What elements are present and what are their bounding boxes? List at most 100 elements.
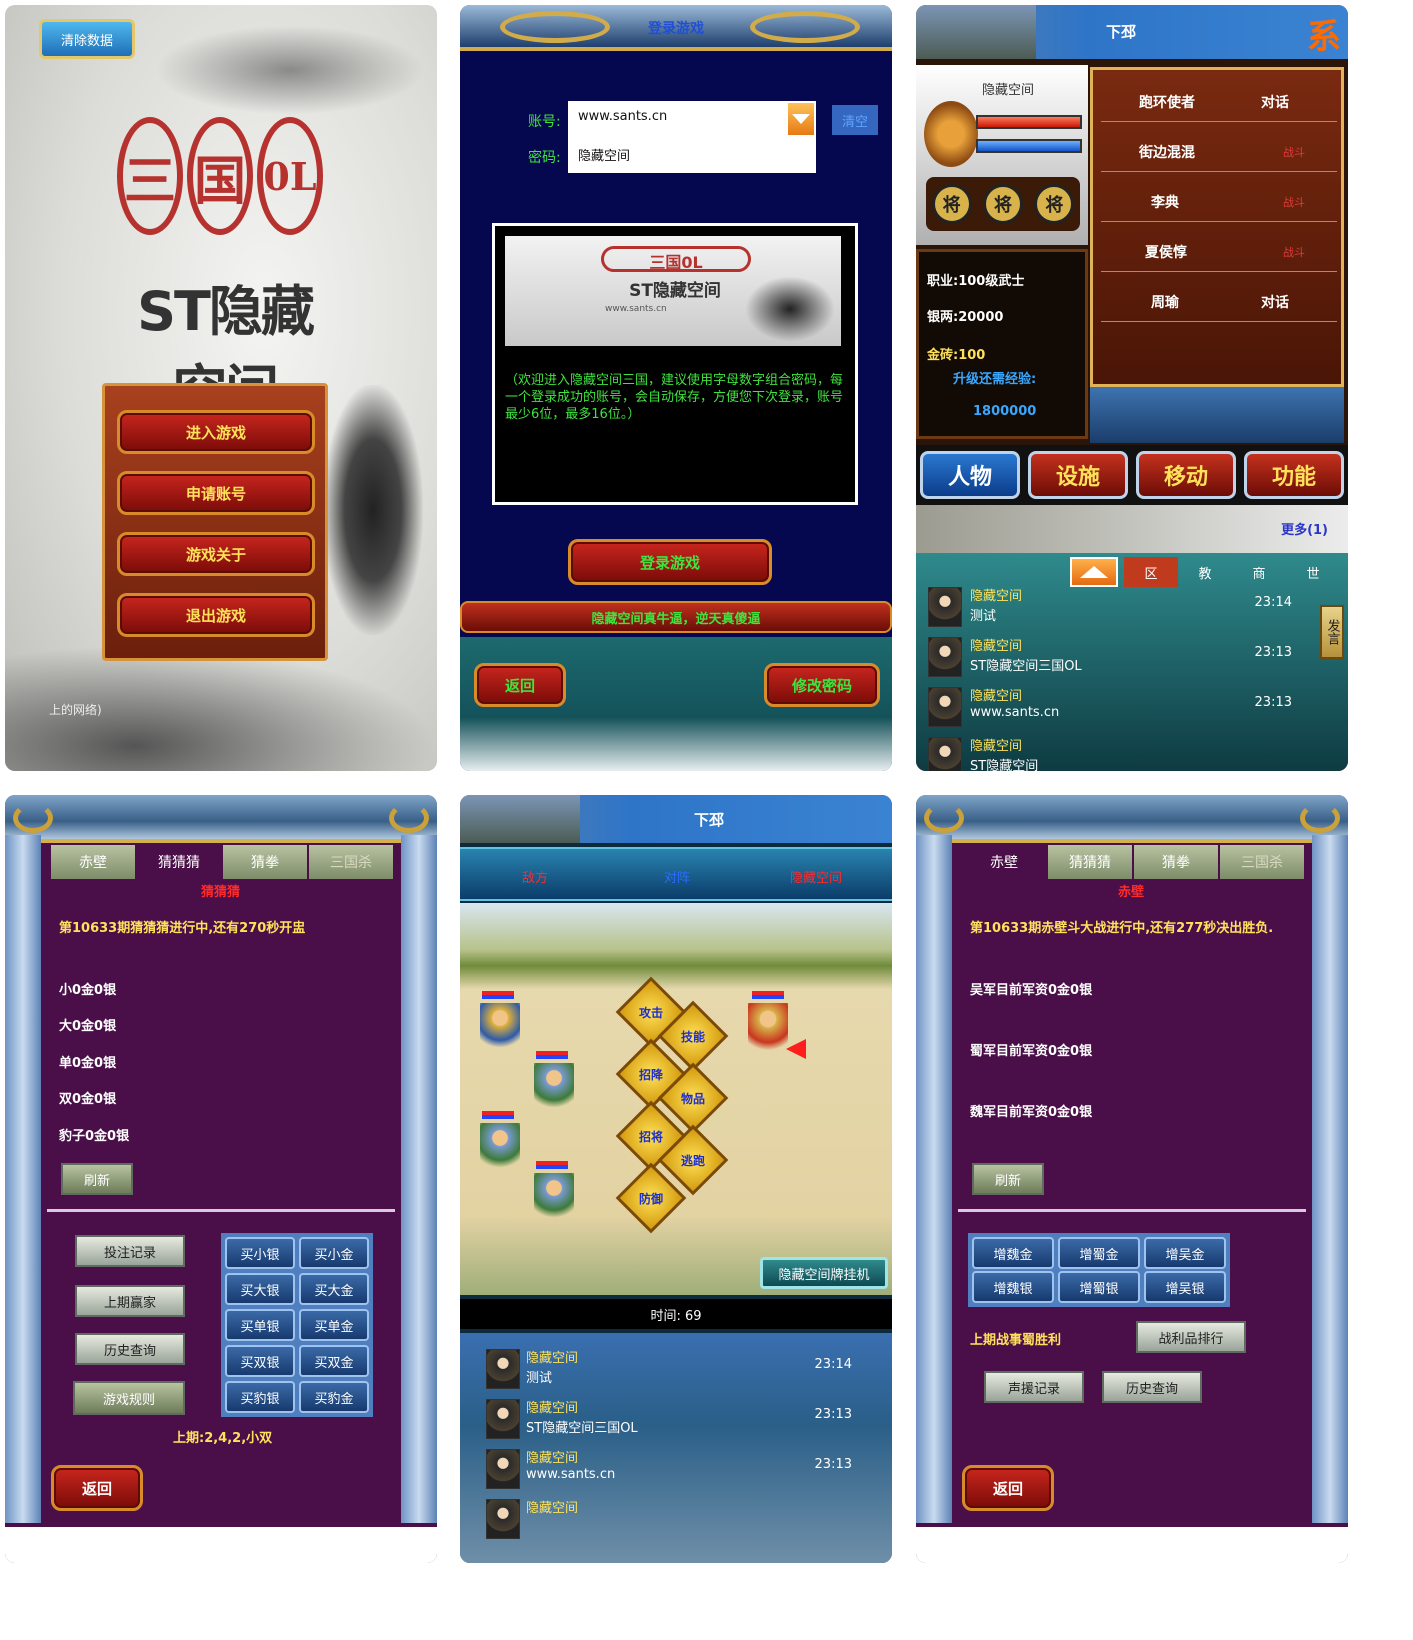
npc-action[interactable]: 对话 [1261, 92, 1289, 112]
menu-tab-facility[interactable]: 设施 [1028, 451, 1128, 499]
add-wei-gold-button[interactable]: 增魏金 [972, 1237, 1054, 1269]
tab-guess[interactable]: 猜猜猜 [1048, 845, 1132, 879]
buy-small-gold-button[interactable]: 买小金 [299, 1237, 369, 1269]
npc-action[interactable]: 战斗 [1283, 244, 1305, 260]
account-input[interactable]: www.sants.cn [568, 101, 786, 137]
more-link[interactable]: 更多(1) [1281, 519, 1328, 538]
add-shu-silver-button[interactable]: 增蜀银 [1058, 1271, 1140, 1303]
clear-data-button[interactable]: 清除数据 [39, 19, 135, 59]
enter-game-button[interactable]: 进入游戏 [117, 410, 315, 454]
player-unit[interactable] [748, 1003, 788, 1067]
refresh-button[interactable]: 刷新 [61, 1163, 133, 1195]
last-result: 上期:2,4,2,小双 [173, 1431, 273, 1446]
chat-sender[interactable]: 隐藏空间 [970, 685, 1022, 704]
battle-timer: 时间: 69 [460, 1299, 892, 1329]
tab-sanguosha[interactable]: 三国杀 [309, 845, 393, 879]
change-password-button[interactable]: 修改密码 [764, 663, 880, 707]
banner-logo: 三国0L [601, 246, 751, 272]
exit-game-button[interactable]: 退出游戏 [117, 593, 315, 637]
back-button[interactable]: 返回 [51, 1465, 143, 1511]
history-button[interactable]: 历史查询 [75, 1333, 185, 1365]
enemy-unit[interactable] [480, 1003, 520, 1063]
buy-big-silver-button[interactable]: 买大银 [225, 1273, 295, 1305]
npc-list: 跑环使者 对话 街边混混 战斗 李典 战斗 夏侯惇 战斗 周瑜 对话 [1090, 67, 1344, 387]
chat-sender[interactable]: 隐藏空间 [526, 1447, 578, 1466]
tab-rps[interactable]: 猜拳 [223, 845, 307, 879]
top-ornament [916, 795, 1348, 843]
add-wu-gold-button[interactable]: 增吴金 [1144, 1237, 1226, 1269]
bet-triple: 豹子0金0银 [59, 1129, 130, 1144]
section-title: 赤壁 [1118, 885, 1145, 900]
npc-row[interactable]: 李典 战斗 [1101, 176, 1337, 222]
buy-even-silver-button[interactable]: 买双银 [225, 1345, 295, 1377]
chat-sender[interactable]: 隐藏空间 [526, 1497, 578, 1516]
buy-small-silver-button[interactable]: 买小银 [225, 1237, 295, 1269]
npc-row[interactable]: 夏侯惇 战斗 [1101, 226, 1337, 272]
tab-sanguosha[interactable]: 三国杀 [1220, 845, 1304, 879]
tab-chibi[interactable]: 赤壁 [51, 845, 135, 879]
npc-row[interactable]: 街边混混 战斗 [1101, 126, 1337, 172]
tab-guess[interactable]: 猜猜猜 [137, 845, 221, 879]
account-dropdown-button[interactable] [786, 101, 816, 137]
avatar [928, 587, 962, 627]
login-button[interactable]: 登录游戏 [568, 539, 772, 585]
back-button[interactable]: 返回 [962, 1465, 1054, 1511]
general-icon[interactable]: 将 [1034, 184, 1075, 224]
password-input[interactable]: 隐藏空间 [568, 137, 816, 173]
buy-even-gold-button[interactable]: 买双金 [299, 1345, 369, 1377]
chat-sender[interactable]: 隐藏空间 [526, 1397, 578, 1416]
chat-sender[interactable]: 隐藏空间 [970, 735, 1022, 754]
add-wei-silver-button[interactable]: 增魏银 [972, 1271, 1054, 1303]
support-record-button[interactable]: 声援记录 [984, 1371, 1084, 1403]
auto-battle-button[interactable]: 隐藏空间牌挂机 [760, 1257, 888, 1289]
enemy-unit[interactable] [534, 1063, 574, 1123]
enemy-unit[interactable] [534, 1173, 574, 1233]
about-game-button[interactable]: 游戏关于 [117, 532, 315, 576]
clear-button[interactable]: 清空 [832, 105, 878, 135]
surrender-label: 招降 [638, 1068, 663, 1082]
refresh-button[interactable]: 刷新 [972, 1163, 1044, 1195]
player-stats: 职业:100级武士 银两:20000 金砖:100 升级还需经验: 180000… [916, 249, 1088, 439]
buy-odd-silver-button[interactable]: 买单银 [225, 1309, 295, 1341]
chevron-up-icon [1080, 566, 1108, 578]
login-screen: 登录游戏 账号: www.sants.cn 清空 密码: 隐藏空间 三国0L S… [460, 5, 892, 771]
chat-sender[interactable]: 隐藏空间 [526, 1347, 578, 1366]
npc-row[interactable]: 周瑜 对话 [1101, 276, 1337, 322]
notice-text: （欢迎进入隐藏空间三国，建议使用字母数字组合密码，每一个登录成功的账号，会自动保… [505, 373, 844, 422]
buy-triple-gold-button[interactable]: 买豹金 [299, 1381, 369, 1413]
apply-account-button[interactable]: 申请账号 [117, 471, 315, 515]
bet-record-button[interactable]: 投注记录 [75, 1235, 185, 1267]
general-icon[interactable]: 将 [931, 184, 972, 224]
npc-action[interactable]: 对话 [1261, 292, 1289, 312]
warrior-silhouette [323, 385, 423, 635]
avatar [928, 687, 962, 727]
chat-time: 23:14 [1254, 595, 1292, 610]
divider [47, 1209, 395, 1212]
history-button[interactable]: 历史查询 [1102, 1371, 1202, 1403]
tab-chibi[interactable]: 赤壁 [962, 845, 1046, 879]
npc-action[interactable]: 战斗 [1283, 194, 1305, 210]
system-button[interactable]: 系 [1304, 9, 1344, 57]
buy-odd-gold-button[interactable]: 买单金 [299, 1309, 369, 1341]
chat-sender[interactable]: 隐藏空间 [970, 635, 1022, 654]
enemy-unit[interactable] [480, 1123, 520, 1183]
add-wu-silver-button[interactable]: 增吴银 [1144, 1271, 1226, 1303]
chat-text: www.sants.cn [970, 705, 1060, 720]
general-icon[interactable]: 将 [982, 184, 1023, 224]
add-shu-gold-button[interactable]: 增蜀金 [1058, 1237, 1140, 1269]
game-rules-button[interactable]: 游戏规则 [73, 1381, 185, 1415]
tab-rps[interactable]: 猜拳 [1134, 845, 1218, 879]
buy-triple-silver-button[interactable]: 买豹银 [225, 1381, 295, 1413]
npc-action[interactable]: 战斗 [1283, 144, 1305, 160]
menu-tab-function[interactable]: 功能 [1244, 451, 1344, 499]
menu-tab-character[interactable]: 人物 [920, 451, 1020, 499]
chat-sender[interactable]: 隐藏空间 [970, 585, 1022, 604]
last-winner-button[interactable]: 上期赢家 [75, 1285, 185, 1317]
self-label: 隐藏空间 [790, 871, 843, 886]
npc-row[interactable]: 跑环使者 对话 [1101, 76, 1337, 122]
chat-text: www.sants.cn [526, 1467, 616, 1482]
back-button[interactable]: 返回 [474, 663, 566, 707]
loot-ranking-button[interactable]: 战利品排行 [1136, 1321, 1246, 1353]
buy-big-gold-button[interactable]: 买大金 [299, 1273, 369, 1305]
menu-tab-move[interactable]: 移动 [1136, 451, 1236, 499]
